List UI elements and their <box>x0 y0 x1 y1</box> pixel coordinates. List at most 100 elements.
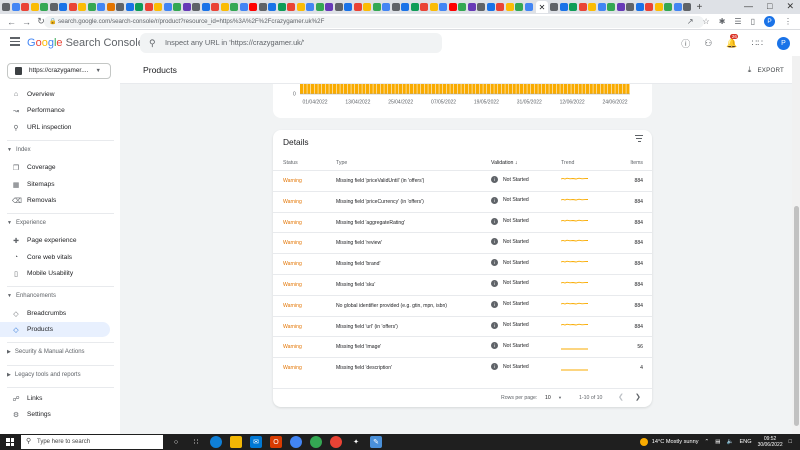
new-tab-icon[interactable]: + <box>697 2 703 13</box>
browser-tab-favicon[interactable] <box>154 3 162 11</box>
chart-bar[interactable] <box>402 84 406 94</box>
chart-bar[interactable] <box>424 84 428 94</box>
browser-tab-favicon[interactable] <box>163 3 172 11</box>
filter-icon[interactable] <box>635 135 643 143</box>
chart-bar[interactable] <box>527 84 531 94</box>
search-console-logo[interactable]: Google Search Console <box>27 37 144 49</box>
browser-tab-favicon[interactable] <box>315 3 324 11</box>
browser-tab-favicon[interactable] <box>515 3 523 11</box>
chart-bar[interactable] <box>483 84 487 94</box>
account-avatar[interactable]: P <box>777 37 790 50</box>
chart-bar[interactable] <box>439 84 443 94</box>
chart-bar[interactable] <box>523 84 527 94</box>
browser-tab-favicon[interactable] <box>287 3 295 11</box>
column-header-status[interactable]: Status <box>283 160 298 166</box>
chart-bar[interactable] <box>384 84 388 94</box>
weather-widget[interactable]: 14°C Mostly sunny <box>639 438 699 446</box>
sidebar-item-sitemaps[interactable]: ▦ Sitemaps <box>0 177 110 192</box>
browser-tab-favicon[interactable] <box>325 3 333 11</box>
browser-tab-favicon[interactable] <box>230 3 238 11</box>
office-icon[interactable]: O <box>270 436 282 448</box>
column-header-items[interactable]: Items <box>630 160 643 166</box>
chart-bar[interactable] <box>388 84 392 94</box>
browser-tab-favicon[interactable] <box>363 3 371 11</box>
browser-tab-favicon[interactable] <box>144 3 153 11</box>
page-scrollbar[interactable] <box>792 56 800 434</box>
chart-bar[interactable] <box>362 84 366 94</box>
browser-tab-favicon[interactable] <box>125 3 134 11</box>
table-row[interactable]: Warning Missing field 'url' (in 'offers')… <box>273 315 652 337</box>
network-icon[interactable]: ▤ <box>715 439 720 445</box>
browser-tab-favicon[interactable] <box>372 3 381 11</box>
chart-bar[interactable] <box>355 84 359 94</box>
rows-per-page-select[interactable]: 10 <box>545 395 551 401</box>
browser-tab-favicon[interactable] <box>635 3 644 11</box>
sidebar-section-legacy[interactable]: ▶ Legacy tools and reports <box>7 372 81 378</box>
notifications-bell-icon[interactable]: 🔔 26 <box>726 34 739 49</box>
browser-tab-favicon[interactable] <box>597 3 606 11</box>
browser-tab-favicon[interactable] <box>477 3 485 11</box>
browser-tab-favicon[interactable] <box>401 3 409 11</box>
chart-bar[interactable] <box>615 84 619 94</box>
lock-icon[interactable]: 🔒 <box>49 16 56 28</box>
browser-tab-favicon[interactable] <box>420 3 428 11</box>
sidebar-item-settings[interactable]: ⚙ Settings <box>0 407 110 422</box>
chart-bar[interactable] <box>465 84 469 94</box>
chart-bar[interactable] <box>347 84 351 94</box>
scrollbar-thumb[interactable] <box>793 206 799 426</box>
minimize-icon[interactable]: — <box>744 1 753 12</box>
browser-tab-favicon[interactable] <box>30 3 39 11</box>
browser-tab-favicon[interactable] <box>201 3 210 11</box>
chart-bar[interactable] <box>311 84 315 94</box>
browser-tab-favicon[interactable] <box>135 3 143 11</box>
edge-browser-icon[interactable] <box>210 436 222 448</box>
sidebar-item-page-experience[interactable]: ✚ Page experience <box>0 233 110 248</box>
chart-bar[interactable] <box>498 84 502 94</box>
chart-bar[interactable] <box>380 84 384 94</box>
chrome-profile-icon[interactable] <box>310 436 322 448</box>
table-row[interactable]: Warning Missing field 'priceValidUntil' (… <box>273 170 652 191</box>
browser-tab-favicon[interactable] <box>268 3 276 11</box>
chart-bar[interactable] <box>373 84 377 94</box>
browser-tab-favicon[interactable] <box>505 3 514 11</box>
chart-bar[interactable] <box>329 84 333 94</box>
export-button[interactable]: ⤓ EXPORT <box>748 65 784 75</box>
browser-tab-favicon[interactable] <box>496 3 504 11</box>
chart-bar[interactable] <box>399 84 403 94</box>
chart-bar[interactable] <box>476 84 480 94</box>
browser-tab-favicon[interactable] <box>645 3 653 11</box>
table-row[interactable]: Warning Missing field 'priceCurrency' (in… <box>273 190 652 212</box>
sidebar-item-performance[interactable]: ↝ Performance <box>0 103 110 118</box>
windows-start-icon[interactable] <box>6 438 14 446</box>
browser-tab-favicon[interactable] <box>448 3 457 11</box>
browser-tab-favicon[interactable] <box>353 3 362 11</box>
chart-bar[interactable] <box>377 84 381 94</box>
chart-bar[interactable] <box>450 84 454 94</box>
browser-tab-favicon[interactable] <box>578 3 587 11</box>
chrome-icon[interactable] <box>290 436 302 448</box>
chart-bar[interactable] <box>494 84 498 94</box>
maximize-icon[interactable]: □ <box>767 1 772 12</box>
chart-bar[interactable] <box>597 84 601 94</box>
browser-tab-favicon[interactable] <box>258 3 267 11</box>
chart-bar[interactable] <box>322 84 326 94</box>
previous-page-icon[interactable]: ❮ <box>618 393 624 401</box>
app-icon[interactable]: ✦ <box>350 436 362 448</box>
chart-bar[interactable] <box>549 84 553 94</box>
chart-bar[interactable] <box>318 84 322 94</box>
browser-tab-favicon[interactable] <box>607 3 615 11</box>
chart-bar[interactable] <box>586 84 590 94</box>
browser-tab-favicon[interactable] <box>334 3 343 11</box>
chart-bar[interactable] <box>417 84 421 94</box>
help-icon[interactable]: ⓘ <box>681 37 690 50</box>
back-icon[interactable]: ← <box>7 17 16 27</box>
chart-bar[interactable] <box>358 84 362 94</box>
table-row[interactable]: Warning Missing field 'sku' i Not Started 88… <box>273 273 652 295</box>
browser-tab-favicon[interactable] <box>59 3 67 11</box>
sidebar-item-url-inspection[interactable]: ⚲ URL inspection <box>0 120 110 135</box>
chart-bar[interactable] <box>479 84 483 94</box>
sidebar-item-overview[interactable]: ⌂ Overview <box>0 87 110 102</box>
browser-tab-favicon[interactable] <box>410 3 419 11</box>
chart-bar[interactable] <box>340 84 344 94</box>
chart-bar[interactable] <box>619 84 623 94</box>
